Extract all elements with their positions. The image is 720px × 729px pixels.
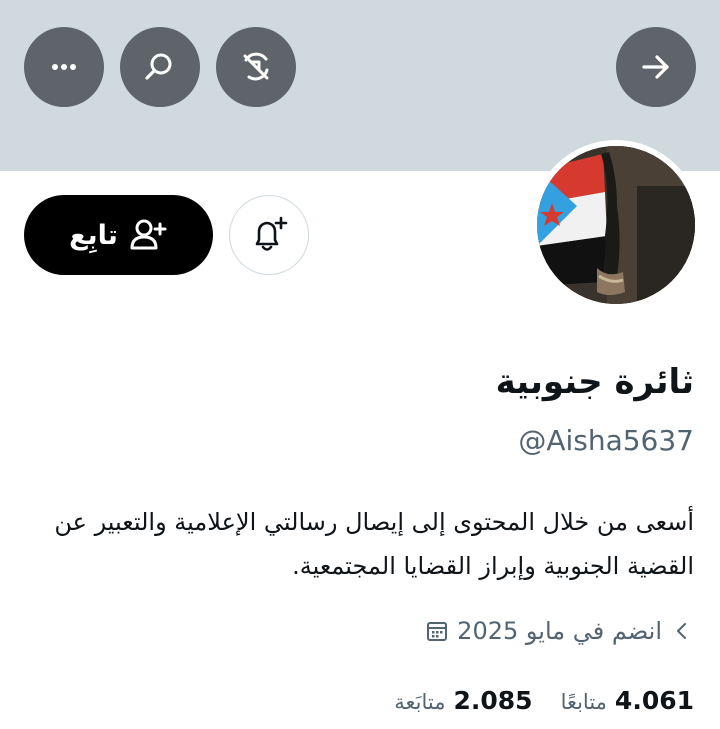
calendar-icon	[427, 622, 448, 641]
search-button[interactable]	[120, 27, 200, 107]
muted-circle-icon	[243, 52, 269, 81]
following-count: 2.085	[453, 685, 533, 715]
followers-count: 4.061	[614, 685, 694, 715]
follow-button[interactable]: تابِع	[24, 195, 213, 275]
display-name: ثائرة جنوبية	[495, 362, 694, 402]
followers-label: متابعًا	[560, 689, 607, 714]
more-button[interactable]	[24, 27, 104, 107]
followers-stat[interactable]: 4.061 متابعًا	[561, 686, 694, 715]
joined-date[interactable]: انضم في مايو 2025	[425, 615, 694, 647]
avatar-image	[537, 146, 695, 304]
follow-label: تابِع	[69, 219, 118, 251]
mute-button[interactable]	[216, 27, 296, 107]
following-stat[interactable]: 2.085 متابَعة	[394, 686, 532, 715]
chevron-left-icon	[677, 623, 686, 639]
notify-button[interactable]	[229, 195, 309, 275]
forward-button[interactable]	[616, 27, 696, 107]
more-horizontal-icon	[52, 64, 76, 70]
following-label: متابَعة	[394, 689, 446, 714]
arrow-right-icon	[642, 55, 669, 79]
profile-stats: 2.085 متابَعة 4.061 متابعًا	[394, 682, 694, 718]
profile-bio: أسعى من خلال المحتوى إلى إيصال رسالتي ال…	[54, 508, 694, 580]
add-person-icon	[130, 219, 167, 250]
user-handle: @Aisha5637	[518, 424, 694, 457]
avatar[interactable]	[531, 140, 701, 310]
search-icon	[145, 53, 172, 80]
bell-plus-icon	[255, 216, 288, 251]
joined-text: انضم في مايو 2025	[457, 617, 662, 645]
